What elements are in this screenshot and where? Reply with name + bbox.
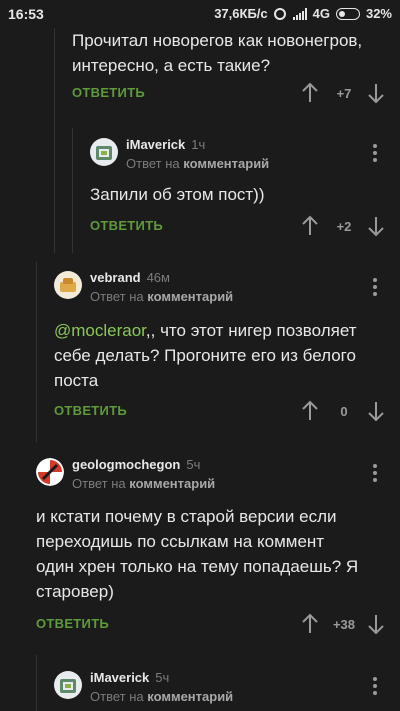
avatar[interactable] [54,671,82,699]
alarm-icon [273,7,286,20]
status-time: 16:53 [8,6,44,22]
comment-actions: ОТВЕТИТЬ 0 [54,400,392,424]
comment-actions: ОТВЕТИТЬ +2 [90,215,392,239]
reply-target-link[interactable]: комментарий [129,476,215,491]
comment-body: @mocleraor,, что этот нигер позволяет се… [54,318,392,393]
reply-target-link[interactable]: комментарий [147,289,233,304]
more-icon[interactable] [373,464,377,482]
signal-icon [292,7,307,20]
battery-icon [335,7,360,20]
comment-author[interactable]: iMaverick 5ч [90,670,169,685]
rating: +2 [336,219,352,234]
more-icon[interactable] [373,677,377,695]
comment-text: Запили об этом пост)) [90,185,265,204]
comment-actions: ОТВЕТИТЬ +38 [36,613,392,637]
reply-target-link[interactable]: комментарий [147,689,233,704]
reply-button[interactable]: ОТВЕТИТЬ [54,403,127,418]
reply-prefix: Ответ на [90,689,144,704]
status-bar: 16:53 37,6КБ/с 4G 32% [0,0,400,28]
reply-prefix: Ответ на [126,156,180,171]
more-icon[interactable] [373,144,377,162]
comment-time: 46м [146,270,170,285]
status-indicators: 37,6КБ/с 4G 32% [208,6,392,21]
comment-body: и кстати почему в старой версии если пер… [36,504,392,604]
rating: +7 [336,86,352,101]
comment: geologmochegon 5ч Ответ на комментарий [36,454,392,498]
downvote-icon[interactable] [366,400,386,422]
reply-to: Ответ на комментарий [72,476,215,491]
comment-text: @mocleraor,, что этот нигер позволяет се… [54,318,392,393]
reply-to: Ответ на комментарий [126,156,269,171]
author-name[interactable]: geologmochegon [72,457,180,472]
comment-author[interactable]: vebrand 46м [90,270,170,285]
downvote-icon[interactable] [366,82,386,104]
avatar[interactable] [90,138,118,166]
reply-target-link[interactable]: комментарий [183,156,269,171]
avatar[interactable] [36,458,64,486]
reply-prefix: Ответ на [90,289,144,304]
author-name[interactable]: vebrand [90,270,141,285]
comment-actions: ОТВЕТИТЬ +7 [72,82,392,106]
comment-author[interactable]: geologmochegon 5ч [72,457,200,472]
comment: vebrand 46м Ответ на комментарий [54,267,392,311]
author-name[interactable]: iMaverick [90,670,149,685]
upvote-icon[interactable] [300,82,320,104]
rating: 0 [340,404,348,419]
comment-body: Запили об этом пост)) [90,182,390,207]
thread-line [54,28,55,253]
reply-button[interactable]: ОТВЕТИТЬ [72,85,145,100]
upvote-icon[interactable] [300,215,320,237]
battery-level: 32% [365,6,392,21]
reply-to: Ответ на комментарий [90,289,233,304]
network-speed: 37,6КБ/с [214,6,268,21]
reply-to: Ответ на комментарий [90,689,233,704]
upvote-icon[interactable] [300,613,320,635]
comment-time: 1ч [191,137,206,152]
reply-button[interactable]: ОТВЕТИТЬ [90,218,163,233]
comment-time: 5ч [155,670,170,685]
avatar-image [90,138,118,166]
network-type: 4G [312,6,330,21]
thread-line [72,128,73,253]
downvote-icon[interactable] [366,215,386,237]
upvote-icon[interactable] [300,400,320,422]
user-mention-link[interactable]: @mocleraor [54,321,146,340]
more-icon[interactable] [373,278,377,296]
comment-text: и кстати почему в старой версии если пер… [36,507,359,601]
author-name[interactable]: iMaverick [126,137,185,152]
reply-prefix: Ответ на [72,476,126,491]
avatar-image [36,458,64,486]
comment: iMaverick 5ч Ответ на комментарий [54,667,392,711]
comment: Прочитал новорегов как новонегров, интер… [72,28,392,78]
comment-time: 5ч [186,457,201,472]
thread-line [36,262,37,442]
comment-text: Прочитал новорегов как новонегров, интер… [72,31,363,75]
rating: +38 [332,617,356,632]
avatar-image [54,271,82,299]
comment: iMaverick 1ч Ответ на комментарий [90,134,392,178]
downvote-icon[interactable] [366,613,386,635]
thread-line [36,655,37,711]
reply-button[interactable]: ОТВЕТИТЬ [36,616,109,631]
comment-author[interactable]: iMaverick 1ч [126,137,205,152]
avatar-image [54,671,82,699]
avatar[interactable] [54,271,82,299]
